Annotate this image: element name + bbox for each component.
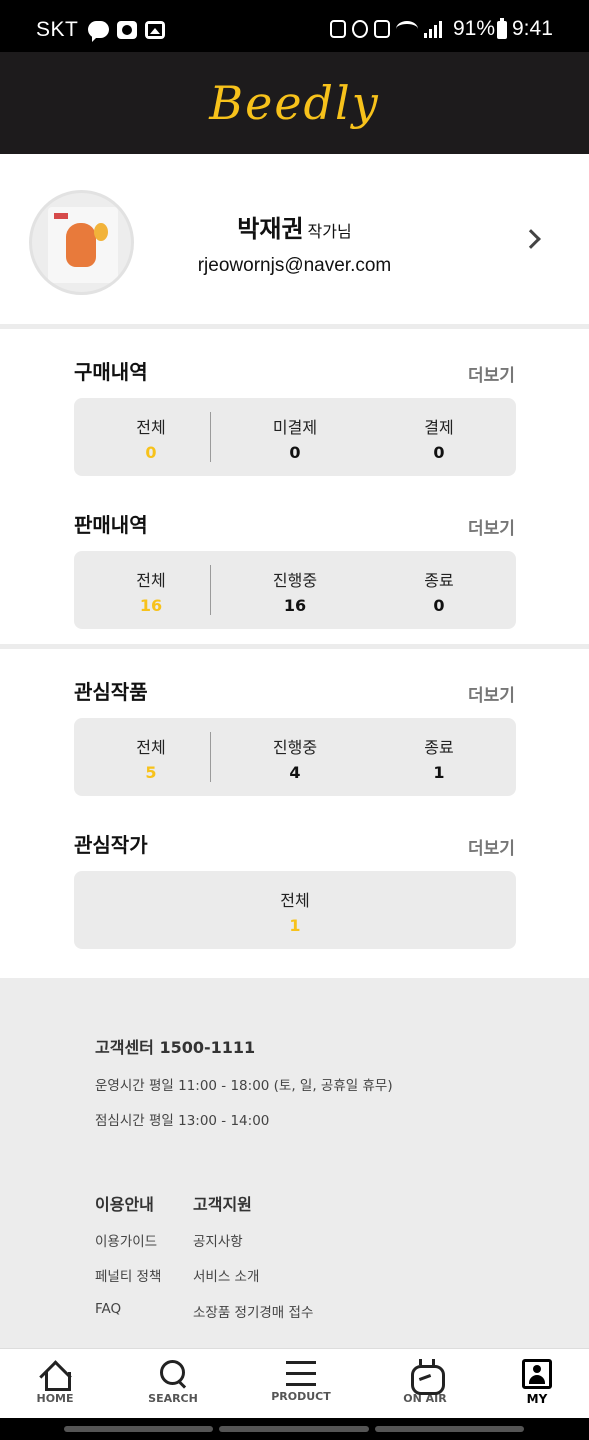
section-divider <box>0 324 589 329</box>
nav-on-air[interactable]: ON AIR <box>375 1357 475 1405</box>
stat-label: 진행중 <box>272 738 318 757</box>
stat-label: 종료 <box>424 571 454 590</box>
stat-value: 16 <box>139 596 163 615</box>
stat-label: 진행중 <box>272 571 318 590</box>
support-column-title: 고객지원 <box>193 1195 252 1214</box>
nav-label: MY <box>526 1392 548 1406</box>
battery-icon <box>497 18 507 39</box>
stat-total[interactable]: 전체 1 <box>220 887 370 935</box>
bottom-nav: HOME SEARCH PRODUCT ON AIR MY <box>0 1348 589 1418</box>
stat-value: 16 <box>283 596 307 615</box>
mute-icon <box>374 20 390 38</box>
clock: 9:41 <box>512 17 553 40</box>
lunch-hours: 점심시간 평일 13:00 - 14:00 <box>95 1113 270 1129</box>
stat-separator <box>210 732 211 782</box>
profile-name-line: 박재권 작가님 <box>0 209 589 244</box>
purchases-more-link[interactable]: 더보기 <box>468 361 515 386</box>
sales-title: 판매내역 <box>74 513 148 537</box>
nav-search[interactable]: SEARCH <box>123 1357 223 1405</box>
footer-link[interactable]: 공지사항 <box>193 1230 243 1250</box>
stat-paid[interactable]: 결제 0 <box>364 414 514 462</box>
app-logo[interactable]: Beedly <box>0 76 589 130</box>
gallery-icon <box>145 21 165 39</box>
stat-in-progress[interactable]: 진행중 4 <box>220 734 370 782</box>
liked-works-title: 관심작품 <box>74 680 148 704</box>
stat-unpaid[interactable]: 미결제 0 <box>220 414 370 462</box>
liked-artists-more-link[interactable]: 더보기 <box>468 834 515 859</box>
stat-value: 1 <box>433 763 445 782</box>
profile-suffix: 작가님 <box>307 222 352 241</box>
stat-label: 전체 <box>136 571 166 590</box>
footer-link[interactable]: 페널티 정책 <box>95 1265 161 1285</box>
profile-email: rjeowornjs@naver.com <box>197 255 392 276</box>
profile-name: 박재권 <box>237 215 304 243</box>
section-divider <box>0 644 589 649</box>
app-header: Beedly <box>0 52 589 154</box>
sales-more-link[interactable]: 더보기 <box>468 514 515 539</box>
stat-separator <box>210 565 211 615</box>
stat-total[interactable]: 전체 16 <box>76 567 226 615</box>
status-bar: SKT 91% 9:41 <box>0 0 589 52</box>
nav-label: SEARCH <box>148 1392 198 1405</box>
profile-card[interactable]: 박재권 작가님 rjeowornjs@naver.com <box>0 154 589 326</box>
stat-value: 0 <box>289 443 301 462</box>
stat-separator <box>210 412 211 462</box>
stat-in-progress[interactable]: 진행중 16 <box>220 567 370 615</box>
liked-works-stats[interactable]: 전체 5 진행중 4 종료 1 <box>74 718 516 796</box>
nav-label: PRODUCT <box>271 1390 331 1403</box>
sales-stats[interactable]: 전체 16 진행중 16 종료 0 <box>74 551 516 629</box>
alarm-icon <box>352 20 368 38</box>
profile-icon <box>522 1359 552 1389</box>
stat-label: 결제 <box>424 418 454 437</box>
footer-link[interactable]: FAQ <box>95 1301 121 1317</box>
nav-product[interactable]: PRODUCT <box>251 1357 351 1403</box>
customer-center[interactable]: 고객센터 1500-1111 <box>95 1034 255 1058</box>
stat-ended[interactable]: 종료 0 <box>364 567 514 615</box>
liked-works-more-link[interactable]: 더보기 <box>468 681 515 706</box>
stat-label: 미결제 <box>272 418 318 437</box>
guide-column-title: 이용안내 <box>95 1195 154 1214</box>
system-icons <box>330 20 442 38</box>
kakaotalk-icon <box>88 21 109 42</box>
footer-link[interactable]: 서비스 소개 <box>193 1265 259 1285</box>
nav-label: HOME <box>36 1392 74 1405</box>
nav-my[interactable]: MY <box>487 1357 587 1406</box>
stat-total[interactable]: 전체 5 <box>76 734 226 782</box>
stat-label: 전체 <box>280 891 310 910</box>
stat-value: 1 <box>289 916 301 935</box>
footer-link[interactable]: 소장품 정기경매 접수 <box>193 1301 313 1321</box>
liked-artists-stats[interactable]: 전체 1 <box>74 871 516 949</box>
search-icon <box>158 1359 188 1389</box>
wifi-icon <box>396 21 418 37</box>
stat-value: 0 <box>433 596 445 615</box>
stat-label: 종료 <box>424 738 454 757</box>
stat-value: 4 <box>289 763 301 782</box>
gesture-handle[interactable] <box>64 1426 524 1432</box>
signal-icon <box>424 20 442 38</box>
nav-home[interactable]: HOME <box>5 1357 105 1405</box>
stat-value: 0 <box>145 443 157 462</box>
battery-percentage: 91% <box>453 17 496 40</box>
purchases-title: 구매내역 <box>74 360 148 384</box>
gesture-bar <box>0 1418 589 1440</box>
stat-label: 전체 <box>136 738 166 757</box>
stat-value: 0 <box>433 443 445 462</box>
battery-saver-icon <box>330 20 346 38</box>
menu-icon <box>286 1361 316 1387</box>
purchases-stats[interactable]: 전체 0 미결제 0 결제 0 <box>74 398 516 476</box>
notification-icons <box>88 21 165 42</box>
tv-icon <box>410 1359 445 1395</box>
home-icon <box>40 1359 71 1391</box>
operating-hours: 운영시간 평일 11:00 - 18:00 (토, 일, 공휴일 휴무) <box>95 1078 393 1094</box>
stat-value: 5 <box>145 763 157 782</box>
stat-label: 전체 <box>136 418 166 437</box>
carrier-label: SKT <box>36 18 79 41</box>
stat-ended[interactable]: 종료 1 <box>364 734 514 782</box>
stat-total[interactable]: 전체 0 <box>76 414 226 462</box>
footer: 고객센터 1500-1111 운영시간 평일 11:00 - 18:00 (토,… <box>0 978 589 1348</box>
liked-artists-title: 관심작가 <box>74 833 148 857</box>
footer-link[interactable]: 이용가이드 <box>95 1230 157 1250</box>
record-icon <box>117 21 137 39</box>
